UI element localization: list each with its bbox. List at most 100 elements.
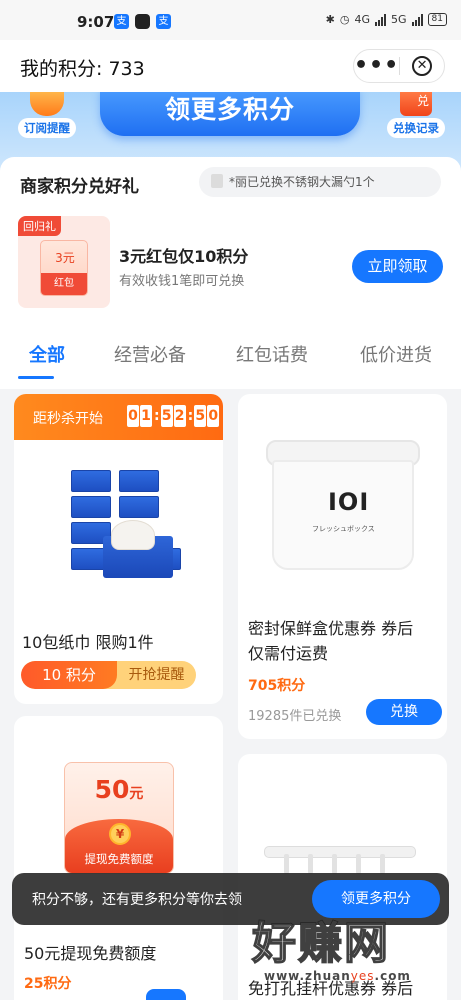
storage-box-image: IOI フレッシュボックス <box>266 440 420 570</box>
cash-amount-value: 50 <box>94 775 130 804</box>
product-card-storage-box[interactable]: IOI フレッシュボックス 密封保鲜盒优惠券 券后 仅需付运费 705积分 19… <box>238 394 447 739</box>
status-app-icons: 支 支 <box>114 14 171 29</box>
promo-tag: 回归礼 <box>18 216 61 236</box>
hook <box>332 854 337 874</box>
toast-text: 积分不够，还有更多积分等你去领 <box>32 892 242 908</box>
cash-quota-label: 提现免费额度 <box>84 852 154 866</box>
promo-subtitle: 有效收钱1笔即可兑换 <box>119 274 245 289</box>
promo-title: 3元红包仅10积分 <box>119 247 249 266</box>
yuan-coin-icon: ¥ <box>109 823 131 845</box>
hook <box>380 854 385 874</box>
claim-now-button[interactable]: 立即领取 <box>352 250 443 283</box>
status-time: 9:07 <box>77 13 115 31</box>
title-bar: 我的积分: 733 ••• ✕ <box>0 40 461 92</box>
product-name: 10包纸巾 限购1件 <box>22 633 154 652</box>
close-button[interactable]: ✕ <box>400 56 444 76</box>
promo-thumbnail: 回归礼 3元 红包 <box>18 216 110 308</box>
tab-low-price-stock[interactable]: 低价进货 <box>360 341 432 367</box>
mini-app-capsule: ••• ✕ <box>353 49 445 83</box>
merchant-rewards-card: 商家积分兑好礼 *丽已兑换不锈钢大漏勺1个 回归礼 3元 红包 3元红包仅10积… <box>0 157 461 329</box>
subscribe-reminder-entry[interactable]: 订阅提醒 <box>14 92 80 138</box>
tissue-product-image <box>23 440 218 600</box>
subscribe-reminder-label: 订阅提醒 <box>18 118 76 138</box>
tab-business-essentials[interactable]: 经营必备 <box>114 341 186 367</box>
redeem-button[interactable]: 兑换 <box>366 699 442 725</box>
tab-all[interactable]: 全部 <box>29 341 65 367</box>
star-badge-icon <box>30 92 64 116</box>
box-logo-text: フレッシュボックス <box>312 525 375 533</box>
product-card-cash-quota[interactable]: 50元 ¥ 提现免费额度 50元提现免费额度 25积分 <box>14 716 223 1000</box>
close-circle-icon: ✕ <box>412 56 433 76</box>
alipay-icon: 支 <box>114 14 129 29</box>
hook <box>284 854 289 874</box>
more-dots-icon[interactable]: ••• <box>354 55 399 77</box>
signal-icon-2 <box>411 13 423 26</box>
watermark-url: www.zhuanyes.com <box>264 969 411 983</box>
cash-amount-unit: 元 <box>129 786 144 802</box>
redpack-amount: 3元 <box>55 251 75 265</box>
tissue-pack <box>119 496 159 518</box>
points-price: 705积分 <box>248 678 306 694</box>
active-tab-indicator <box>18 376 54 379</box>
alipay-icon-2: 支 <box>156 14 171 29</box>
signal-icon <box>375 13 387 26</box>
status-indicators: ✱ ◷ 4G 5G 81 <box>326 13 447 26</box>
product-name-line1: 密封保鲜盒优惠券 券后 <box>248 619 414 638</box>
redpack-label: 红包 <box>41 273 87 295</box>
hook <box>308 854 313 874</box>
watermark-url-pre: www.zhuan <box>264 969 351 983</box>
redeem-history-entry[interactable]: 兑 兑换记录 <box>383 92 449 138</box>
remind-button[interactable]: 开抢提醒 <box>117 661 196 689</box>
hook <box>356 854 361 874</box>
flash-sale-label: 距秒杀开始 <box>33 411 103 427</box>
section-title: 商家积分兑好礼 <box>20 177 139 197</box>
countdown-timer: 0 1 : 5 2 : 5 0 <box>127 405 220 427</box>
ladle-thumb-icon <box>211 174 223 188</box>
countdown-digit: 0 <box>207 405 220 427</box>
redeem-history-label: 兑换记录 <box>387 118 445 138</box>
product-card-tissues[interactable]: 距秒杀开始 0 1 : 5 2 : 5 0 10包纸巾 限购1件 10 积分 开… <box>14 394 223 704</box>
countdown-digit: 5 <box>160 405 173 427</box>
status-bar: 9:07 支 支 ✱ ◷ 4G 5G 81 <box>0 0 461 40</box>
battery-icon: 81 <box>427 13 447 26</box>
watermark-logo: 好赚网 <box>251 917 390 970</box>
bluetooth-icon: ✱ <box>325 13 335 26</box>
network-label-2: 5G <box>391 13 407 26</box>
site-watermark: 好赚网 www.zhuanyes.com <box>251 907 457 997</box>
watermark-url-mid: yes <box>350 969 375 983</box>
flash-sale-header: 距秒杀开始 0 1 : 5 2 : 5 0 <box>14 394 223 440</box>
tissue-pack <box>119 470 159 492</box>
redeemed-count: 19285件已兑换 <box>248 709 342 724</box>
get-more-points-button[interactable]: 领更多积分 <box>100 92 360 136</box>
cash-amount: 50元 <box>65 775 173 804</box>
tissue-sheet <box>111 520 155 550</box>
countdown-digit: 2 <box>173 405 186 427</box>
tissue-pack <box>71 496 111 518</box>
points-remind-pill: 10 积分 开抢提醒 <box>21 661 196 689</box>
category-tabs: 全部 经营必备 红包话费 低价进货 <box>0 329 461 389</box>
box-body: IOI フレッシュボックス <box>272 460 414 570</box>
network-label: 4G <box>354 13 371 26</box>
page-title: 我的积分: 733 <box>20 58 145 80</box>
ticker-text: *丽已兑换不锈钢大漏勺1个 <box>229 175 375 189</box>
countdown-digit: 1 <box>140 405 152 427</box>
box-logo: IOI <box>328 488 370 516</box>
countdown-colon: : <box>154 408 160 424</box>
redeem-button-partial[interactable] <box>146 989 186 1000</box>
points-price: 25积分 <box>24 976 72 992</box>
tab-redpack-phone-credit[interactable]: 红包话费 <box>236 341 308 367</box>
gift-badge-icon: 兑 <box>400 92 432 116</box>
tissue-pack <box>71 470 111 492</box>
product-name: 50元提现免费额度 <box>24 944 157 963</box>
countdown-colon: : <box>187 408 194 424</box>
countdown-digit: 0 <box>127 405 139 427</box>
redeem-ticker: *丽已兑换不锈钢大漏勺1个 <box>199 167 441 197</box>
camera-app-icon <box>135 14 150 29</box>
product-name-line2: 仅需付运费 <box>248 644 329 663</box>
points-price: 10 积分 <box>21 661 117 689</box>
alarm-icon: ◷ <box>339 13 350 26</box>
countdown-digit: 5 <box>194 405 207 427</box>
red-envelope-icon: 3元 红包 <box>40 240 88 296</box>
cash-quota-image: 50元 ¥ 提现免费额度 <box>64 762 174 874</box>
watermark-url-post: .com <box>374 969 411 983</box>
